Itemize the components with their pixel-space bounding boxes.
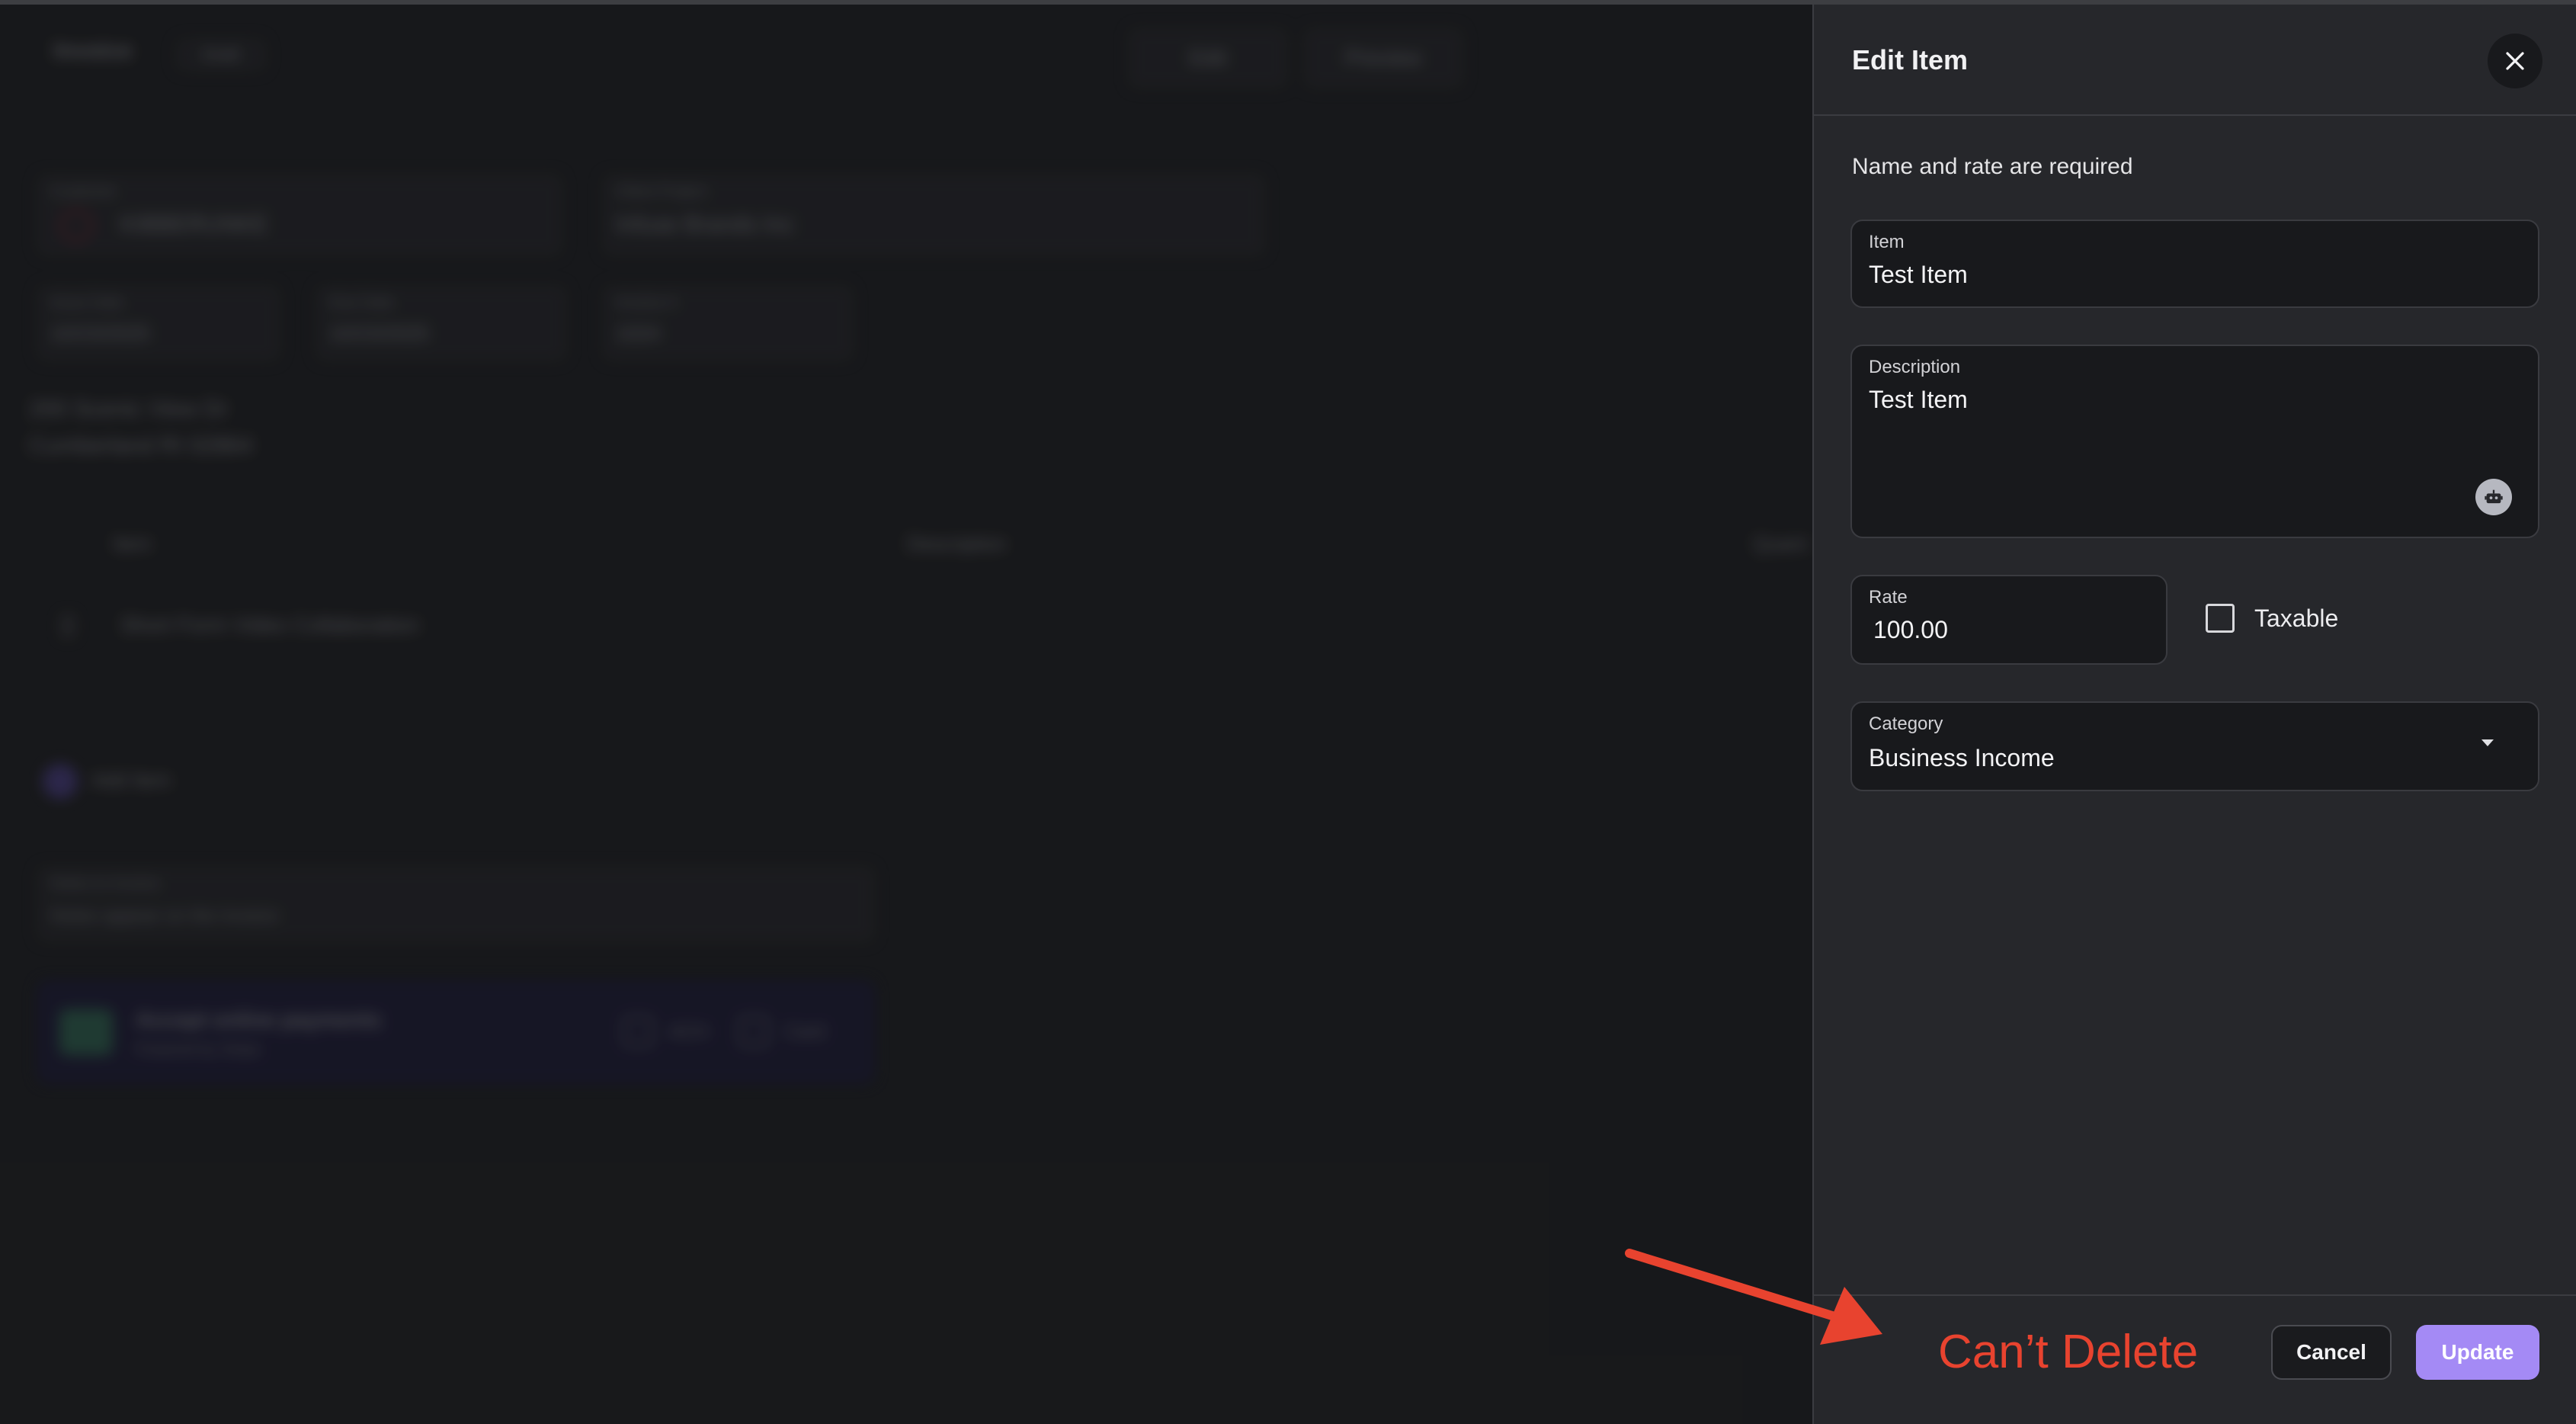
modal-backdrop[interactable] — [0, 5, 1812, 1424]
description-field[interactable]: Description Test Item — [1850, 345, 2539, 538]
close-icon — [2506, 52, 2524, 70]
category-label: Category — [1869, 714, 1943, 734]
drawer-title: Edit Item — [1852, 44, 1969, 75]
rate-input[interactable]: 100.00 — [1873, 616, 1948, 644]
annotation-text: Can’t Delete — [1938, 1326, 2199, 1378]
description-label: Description — [1869, 357, 1961, 377]
background-invoice-page: Invoice Draft Edit Preview Customer KIBB… — [0, 5, 1812, 1424]
rate-field[interactable]: Rate 100.00 — [1850, 575, 2167, 665]
taxable-label: Taxable — [2254, 604, 2339, 632]
close-button[interactable] — [2488, 34, 2542, 88]
chevron-down-icon — [2481, 739, 2494, 746]
category-value: Business Income — [1869, 744, 2055, 771]
description-textarea[interactable]: Test Item — [1869, 386, 1968, 414]
annotation-arrow — [1625, 1249, 1882, 1345]
edit-item-drawer: Edit Item Name and rate are required Ite… — [1812, 5, 2576, 1424]
ai-assist-button[interactable] — [2475, 479, 2512, 515]
category-select[interactable]: Category Business Income — [1850, 701, 2539, 791]
taxable-checkbox[interactable] — [2206, 604, 2235, 633]
update-button[interactable]: Update — [2416, 1325, 2539, 1380]
rate-label: Rate — [1869, 587, 1908, 608]
robot-icon — [2485, 489, 2503, 504]
item-label: Item — [1869, 232, 1905, 252]
required-hint: Name and rate are required — [1852, 154, 2133, 179]
item-field[interactable]: Item Test Item — [1850, 220, 2539, 308]
taxable-toggle[interactable]: Taxable — [2206, 604, 2338, 633]
cancel-button[interactable]: Cancel — [2271, 1325, 2392, 1380]
item-input[interactable]: Test Item — [1869, 261, 1968, 289]
drawer-header: Edit Item — [1814, 5, 2576, 116]
